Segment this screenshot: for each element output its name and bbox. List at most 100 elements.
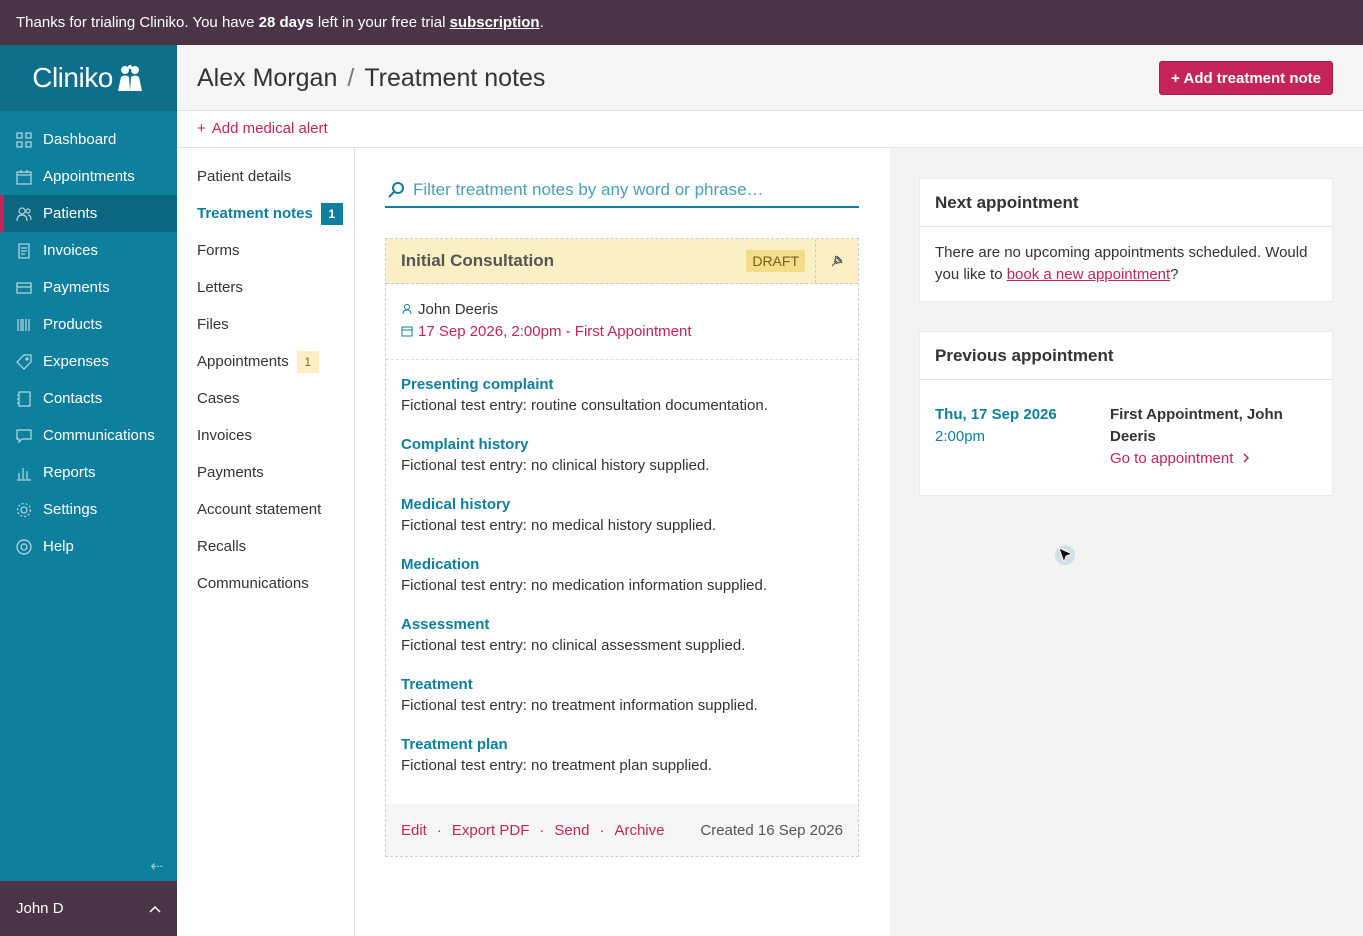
nav-label: Reports — [43, 464, 96, 481]
subnav-label: Files — [197, 316, 229, 333]
trial-banner-suffix: . — [539, 14, 544, 31]
section-text: Fictional test entry: no medication info… — [401, 577, 768, 594]
section-title: Assessment — [401, 616, 490, 633]
logo-figures-icon — [117, 65, 142, 91]
nav-item-payments[interactable]: Payments — [0, 269, 177, 306]
export-pdf-link[interactable]: Export PDF — [452, 822, 530, 839]
user-menu[interactable]: John D — [0, 881, 177, 936]
user-name: John D — [16, 900, 64, 917]
logo[interactable]: Cliniko — [0, 45, 177, 111]
subnav-label: Treatment notes — [197, 205, 313, 222]
previous-appointment-description: First Appointment, John Deeris — [1110, 406, 1283, 445]
book-appointment-link[interactable]: book a new appointment — [1007, 266, 1170, 283]
collapse-sidebar-icon[interactable]: ⇠ — [150, 857, 163, 875]
nav-label: Communications — [43, 427, 155, 444]
sidebar: Cliniko Dashboard Appointments Patients … — [0, 45, 177, 936]
nav-label: Expenses — [43, 353, 109, 370]
pin-button[interactable] — [815, 239, 858, 283]
add-medical-alert-link[interactable]: + Add medical alert — [197, 120, 328, 137]
subnav-item-recalls[interactable]: Recalls — [177, 528, 354, 565]
nav-label: Help — [43, 538, 74, 555]
trial-banner: Thanks for trialing Cliniko. You have 28… — [0, 0, 1363, 45]
nav-item-settings[interactable]: Settings — [0, 491, 177, 528]
breadcrumb-separator: / — [347, 64, 355, 92]
created-date: Created 16 Sep 2026 — [700, 821, 843, 839]
subnav-label: Letters — [197, 279, 243, 296]
note-section: Complaint history Fictional test entry: … — [401, 435, 843, 477]
count-badge: 1 — [320, 202, 343, 225]
separator-dot: · — [539, 821, 545, 839]
note-section: Presenting complaint Fictional test entr… — [401, 375, 843, 417]
barcode-icon — [16, 317, 32, 333]
chat-icon — [16, 428, 32, 444]
go-to-appointment-label: Go to appointment — [1110, 450, 1234, 467]
logo-text: Cliniko — [32, 62, 113, 93]
nav-item-invoices[interactable]: Invoices — [0, 232, 177, 269]
subnav-item-cases[interactable]: Cases — [177, 380, 354, 417]
calendar-icon — [16, 169, 32, 185]
nav-item-appointments[interactable]: Appointments — [0, 158, 177, 195]
nav-label: Payments — [43, 279, 110, 296]
subnav-item-communications[interactable]: Communications — [177, 565, 354, 602]
person-icon — [401, 303, 413, 315]
dashboard-icon — [16, 131, 32, 148]
note-section: Medication Fictional test entry: no medi… — [401, 555, 843, 597]
main-content: Initial Consultation DRAFT John Deeris 1… — [355, 148, 890, 936]
note-section: Medical history Fictional test entry: no… — [401, 495, 843, 537]
section-text: Fictional test entry: no treatment infor… — [401, 697, 758, 714]
filter-bar — [385, 173, 859, 208]
section-title: Treatment plan — [401, 736, 508, 753]
nav-item-products[interactable]: Products — [0, 306, 177, 343]
plus-icon: + — [197, 120, 206, 137]
calendar-icon — [401, 325, 413, 337]
go-to-appointment-link[interactable]: Go to appointment — [1110, 450, 1250, 467]
nav-label: Settings — [43, 501, 98, 518]
practitioner-line: John Deeris — [401, 298, 843, 320]
appointment-link[interactable]: 17 Sep 2026, 2:00pm - First Appointment — [418, 323, 692, 340]
chevron-right-icon — [1243, 453, 1249, 463]
section-title: Presenting complaint — [401, 376, 554, 393]
nav-item-contacts[interactable]: Contacts — [0, 380, 177, 417]
subnav-item-letters[interactable]: Letters — [177, 269, 354, 306]
note-section: Assessment Fictional test entry: no clin… — [401, 615, 843, 657]
filter-input[interactable] — [413, 179, 843, 200]
note-title: Initial Consultation — [401, 251, 554, 270]
send-link[interactable]: Send — [554, 822, 589, 839]
card-icon — [16, 280, 32, 296]
subnav-item-treatment-notes[interactable]: Treatment notes 1 — [177, 195, 354, 232]
note-body: Presenting complaint Fictional test entr… — [386, 360, 858, 777]
subnav-item-appointments[interactable]: Appointments 1 — [177, 343, 354, 380]
status-badge: DRAFT — [746, 250, 805, 272]
add-medical-alert-label: Add medical alert — [211, 120, 328, 137]
subnav-item-patient-details[interactable]: Patient details — [177, 158, 354, 195]
nav-item-expenses[interactable]: Expenses — [0, 343, 177, 380]
nav-label: Dashboard — [43, 131, 117, 148]
previous-appointment-time: 2:00pm — [935, 428, 986, 445]
section-text: Fictional test entry: no treatment plan … — [401, 757, 713, 774]
subnav-label: Invoices — [197, 427, 253, 444]
patient-name-link[interactable]: Alex Morgan — [197, 64, 337, 92]
section-text: Fictional test entry: no medical history… — [401, 517, 717, 534]
edit-link[interactable]: Edit — [401, 822, 427, 839]
subnav-item-forms[interactable]: Forms — [177, 232, 354, 269]
appointments-panel: Next appointment There are no upcoming a… — [890, 148, 1363, 936]
section-text: Fictional test entry: no clinical histor… — [401, 457, 710, 474]
subnav-item-invoices[interactable]: Invoices — [177, 417, 354, 454]
contacts-icon — [16, 390, 32, 407]
next-appointment-panel: Next appointment There are no upcoming a… — [919, 178, 1333, 302]
subscription-link[interactable]: subscription — [450, 14, 540, 31]
nav-item-dashboard[interactable]: Dashboard — [0, 121, 177, 158]
separator-dot: · — [599, 821, 605, 839]
next-appointment-text: There are no upcoming appointments sched… — [920, 227, 1332, 301]
nav-item-patients[interactable]: Patients — [0, 195, 177, 232]
subnav-item-files[interactable]: Files — [177, 306, 354, 343]
nav-item-reports[interactable]: Reports — [0, 454, 177, 491]
subnav-item-account-statement[interactable]: Account statement — [177, 491, 354, 528]
medical-alert-row: + Add medical alert — [177, 111, 1363, 148]
nav-item-communications[interactable]: Communications — [0, 417, 177, 454]
subnav-item-payments[interactable]: Payments — [177, 454, 354, 491]
add-treatment-note-button[interactable]: + Add treatment note — [1159, 61, 1333, 95]
archive-link[interactable]: Archive — [614, 822, 664, 839]
note-meta: John Deeris 17 Sep 2026, 2:00pm - First … — [386, 284, 858, 360]
nav-item-help[interactable]: Help — [0, 528, 177, 565]
